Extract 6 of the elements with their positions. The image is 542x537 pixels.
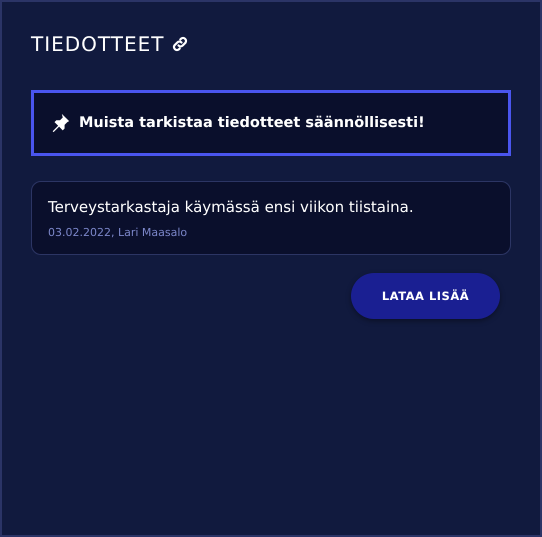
link-icon[interactable] xyxy=(171,35,190,53)
panel-title: TIEDOTTEET xyxy=(31,32,164,56)
notice-text: Muista tarkistaa tiedotteet säännöllisesti! xyxy=(79,115,425,131)
load-more-button[interactable]: LATAA LISÄÄ xyxy=(351,273,500,319)
announcement-meta: 03.02.2022, Lari Maasalo xyxy=(48,226,188,239)
announcement-text: Terveystarkastaja käymässä ensi viikon tiistaina. xyxy=(48,198,415,216)
